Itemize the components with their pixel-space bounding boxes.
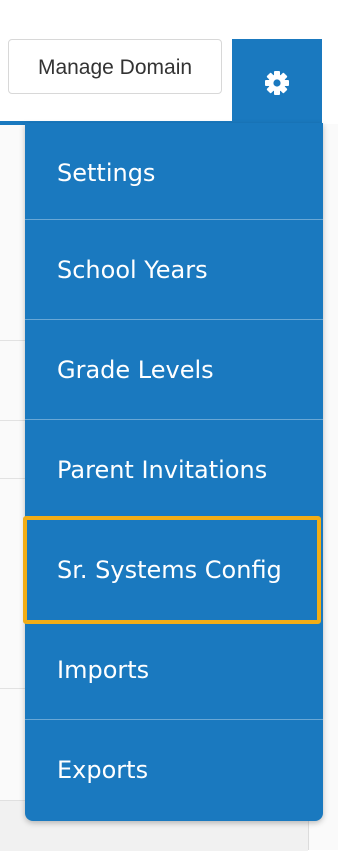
menu-item-exports[interactable]: Exports	[25, 720, 323, 820]
settings-dropdown-menu: Settings School Years Grade Levels Paren…	[23, 123, 323, 821]
menu-item-imports[interactable]: Imports	[25, 620, 323, 720]
settings-menu-toggle[interactable]	[232, 39, 322, 123]
menu-item-sr-systems-config[interactable]: Sr. Systems Config	[25, 520, 323, 620]
menu-item-school-years[interactable]: School Years	[25, 220, 323, 320]
manage-domain-button[interactable]: Manage Domain	[8, 39, 222, 94]
menu-item-parent-invitations[interactable]: Parent Invitations	[25, 420, 323, 520]
menu-item-grade-levels[interactable]: Grade Levels	[25, 320, 323, 420]
menu-item-settings[interactable]: Settings	[25, 123, 323, 223]
